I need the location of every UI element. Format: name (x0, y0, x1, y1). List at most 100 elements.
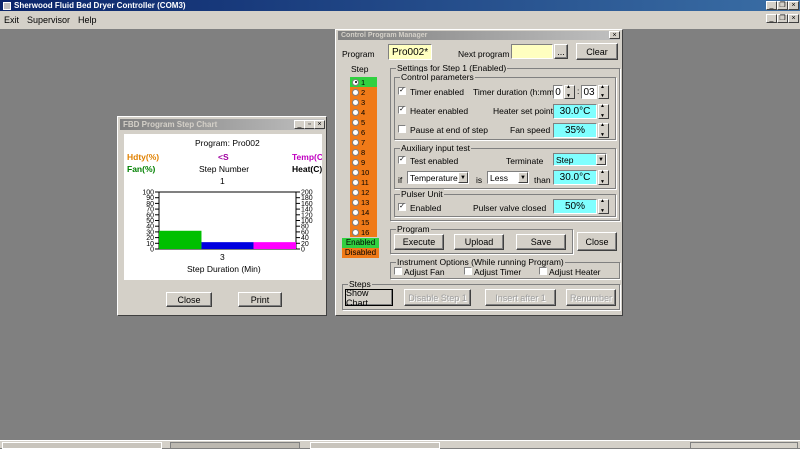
timer-hours-spin[interactable] (564, 84, 575, 99)
radio-icon[interactable] (352, 98, 359, 106)
step-item-11[interactable]: 11 (350, 177, 377, 187)
pause-label: Pause at end of step (410, 125, 488, 135)
fan-speed-field[interactable]: 35% (553, 123, 597, 138)
timer-minutes-spin[interactable] (598, 84, 609, 99)
radio-icon[interactable] (352, 138, 359, 146)
step-item-8[interactable]: 8 (350, 147, 377, 157)
step-item-12[interactable]: 12 (350, 187, 377, 197)
chart-print-button[interactable]: Print (238, 292, 282, 307)
program-field[interactable]: Pro002* (388, 44, 432, 60)
step-item-16[interactable]: 16 (350, 227, 377, 237)
parameter-dropdown[interactable]: Temperature ▼ (407, 171, 469, 184)
step-item-6[interactable]: 6 (350, 127, 377, 137)
heater-enabled-checkbox[interactable]: ✓ (398, 106, 406, 114)
main-minimize-button[interactable]: _ (766, 1, 777, 10)
pause-checkbox[interactable] (398, 125, 406, 133)
step-item-15[interactable]: 15 (350, 217, 377, 227)
step-item-10[interactable]: 10 (350, 167, 377, 177)
radio-icon[interactable] (352, 148, 359, 156)
show-chart-button[interactable]: Show Chart (345, 288, 393, 308)
adjust-fan-checkbox[interactable] (394, 267, 402, 275)
right-tick-label: 0 (301, 247, 305, 254)
radio-icon[interactable] (352, 128, 359, 136)
disable-step-button[interactable]: Disable Step 1 (404, 289, 471, 306)
heater-setpoint-spin[interactable] (598, 103, 609, 119)
timer-enabled-checkbox[interactable]: ✓ (398, 87, 406, 95)
step-number: 15 (361, 217, 370, 227)
cpm-close-button-bottom[interactable]: Close (577, 232, 617, 251)
step-number: 10 (361, 167, 370, 177)
browse-button[interactable]: ... (554, 44, 568, 59)
hdty-label: Hdty(%) (127, 152, 160, 162)
radio-icon[interactable] (352, 208, 359, 216)
is-label: is (476, 175, 483, 185)
upload-button[interactable]: Upload (454, 234, 504, 250)
mdi-minimize-button[interactable]: _ (766, 14, 777, 23)
step-number: 5 (361, 117, 366, 127)
left-tick-label: 0 (150, 247, 154, 254)
main-restore-button[interactable]: ❐ (777, 1, 788, 10)
radio-icon[interactable] (352, 108, 359, 116)
than-value-field[interactable]: 30.0°C (553, 170, 597, 185)
menu-help[interactable]: Help (78, 15, 97, 25)
fan-speed-spin[interactable] (598, 122, 609, 138)
renumber-button[interactable]: Renumber (566, 289, 616, 306)
heater-setpoint-field[interactable]: 30.0°C (553, 104, 597, 119)
step-number-label: Step Number (199, 164, 250, 174)
step-number: 7 (361, 137, 366, 147)
menu-supervisor[interactable]: Supervisor (27, 15, 70, 25)
menu-exit[interactable]: Exit (4, 15, 19, 25)
test-enabled-checkbox[interactable]: ✓ (398, 156, 406, 164)
timer-hours-field[interactable]: 0 (553, 85, 563, 99)
bottom-step-label: 3 (220, 252, 225, 262)
step-item-13[interactable]: 13 (350, 197, 377, 207)
radio-icon[interactable] (352, 118, 359, 126)
radio-icon[interactable] (352, 198, 359, 206)
radio-icon[interactable] (352, 78, 359, 86)
step-item-4[interactable]: 4 (350, 107, 377, 117)
step-item-7[interactable]: 7 (350, 137, 377, 147)
radio-icon[interactable] (352, 218, 359, 226)
step-item-2[interactable]: 2 (350, 87, 377, 97)
step-number: 12 (361, 187, 370, 197)
terminate-dropdown[interactable]: Step ▼ (553, 153, 607, 166)
chart-close-button[interactable]: × (314, 120, 325, 129)
than-value-spin[interactable] (598, 169, 609, 185)
pulser-valve-field[interactable]: 50% (553, 199, 597, 214)
radio-icon[interactable] (352, 178, 359, 186)
step-item-3[interactable]: 3 (350, 97, 377, 107)
chart-close-button-bottom[interactable]: Close (166, 292, 212, 307)
radio-icon[interactable] (352, 188, 359, 196)
adjust-fan-label: Adjust Fan (404, 267, 445, 277)
adjust-heater-checkbox[interactable] (539, 267, 547, 275)
step-item-9[interactable]: 9 (350, 157, 377, 167)
step-item-14[interactable]: 14 (350, 207, 377, 217)
mdi-close-button[interactable]: × (788, 14, 799, 23)
adjust-timer-checkbox[interactable] (464, 267, 472, 275)
execute-button[interactable]: Execute (394, 234, 444, 250)
chevron-down-icon: ▼ (596, 154, 606, 165)
timer-minutes-field[interactable]: 03 (581, 85, 597, 99)
step-item-1[interactable]: 1 (350, 77, 377, 87)
radio-icon[interactable] (352, 88, 359, 96)
save-button[interactable]: Save (516, 234, 566, 250)
next-program-field[interactable] (511, 44, 553, 59)
step-item-5[interactable]: 5 (350, 117, 377, 127)
compare-dropdown[interactable]: Less ▼ (487, 171, 529, 184)
main-close-button[interactable]: × (788, 1, 799, 10)
pulser-valve-spin[interactable] (598, 198, 609, 214)
pulser-enabled-checkbox[interactable]: ✓ (398, 203, 406, 211)
clear-button[interactable]: Clear (576, 43, 618, 60)
heat-label: Heat(C) (292, 164, 322, 174)
cpm-close-button[interactable]: × (609, 31, 620, 39)
heater-setpoint-label: Heater set point (493, 106, 554, 116)
radio-icon[interactable] (352, 168, 359, 176)
adjust-timer-label: Adjust Timer (474, 267, 522, 277)
heater-enabled-label: Heater enabled (410, 106, 469, 116)
radio-icon[interactable] (352, 228, 359, 236)
mdi-restore-button[interactable]: ❐ (777, 14, 788, 23)
step-number: 14 (361, 207, 370, 217)
radio-icon[interactable] (352, 158, 359, 166)
legend-disabled: Disabled (342, 248, 379, 258)
insert-after-button[interactable]: Insert after 1 (485, 289, 556, 306)
